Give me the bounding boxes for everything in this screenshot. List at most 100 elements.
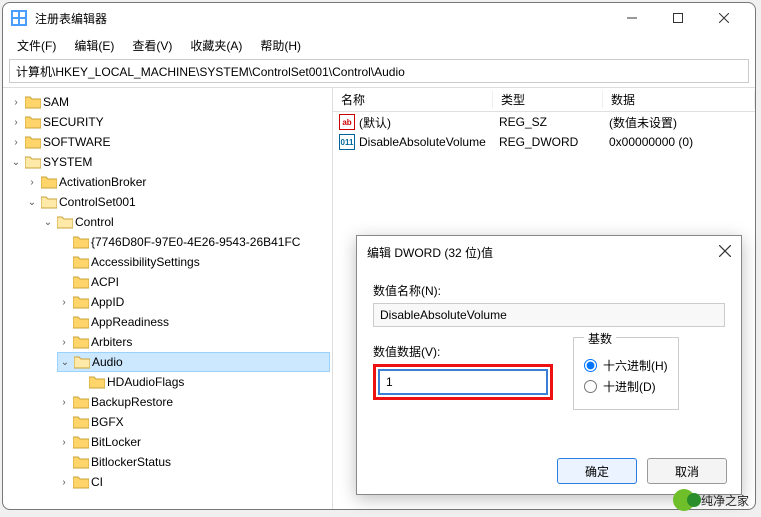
menu-file[interactable]: 文件(F) [9,35,64,56]
window-title: 注册表编辑器 [35,10,609,27]
dialog-close-button[interactable] [719,245,731,260]
tree-item-bgfx[interactable]: BGFX [57,412,330,432]
chevron-right-icon[interactable]: › [57,477,71,488]
chevron-right-icon[interactable]: › [9,97,23,108]
folder-icon [41,175,57,189]
chevron-right-icon[interactable]: › [25,177,39,188]
folder-open-icon [25,155,41,169]
value-type: REG_DWORD [493,135,603,149]
chevron-down-icon[interactable]: ⌄ [9,157,23,168]
tree-label: AppReadiness [91,315,169,329]
tree-item-backuprestore[interactable]: › BackupRestore [57,392,330,412]
tree-item-system[interactable]: ⌄SYSTEM [9,152,330,172]
radio-hex[interactable]: 十六进制(H) [584,357,668,374]
tree-label: Arbiters [91,335,132,349]
tree-item-appid[interactable]: › AppID [57,292,330,312]
tree-item-security[interactable]: › SECURITY [9,112,330,132]
address-text: 计算机\HKEY_LOCAL_MACHINE\SYSTEM\ControlSet… [16,63,405,80]
tree-label: SECURITY [43,115,104,129]
tree-label: AccessibilitySettings [91,255,200,269]
name-label: 数值名称(N): [373,282,725,299]
cancel-button[interactable]: 取消 [647,458,727,484]
chevron-down-icon[interactable]: ⌄ [25,197,39,208]
tree-label: ControlSet001 [59,195,136,209]
menu-favorites[interactable]: 收藏夹(A) [182,35,250,56]
tree-item-control[interactable]: ⌄ Control [41,212,330,232]
titlebar: 注册表编辑器 [3,3,755,33]
tree-item-bitlocker[interactable]: › BitLocker [57,432,330,452]
value-name: (默认) [359,114,391,131]
list-header: 名称 类型 数据 [333,88,755,112]
folder-icon [73,415,89,429]
chevron-right-icon[interactable]: › [9,137,23,148]
tree-label: HDAudioFlags [107,375,184,389]
folder-icon [89,375,105,389]
address-bar[interactable]: 计算机\HKEY_LOCAL_MACHINE\SYSTEM\ControlSet… [9,59,749,83]
tree-pane[interactable]: › SAM › SECURITY ›SOFTWARE ⌄SYSTEM › Activa… [3,88,333,509]
tree-label: BGFX [91,415,124,429]
chevron-down-icon[interactable]: ⌄ [58,357,72,368]
tree-label: SAM [43,95,69,109]
folder-icon [73,455,89,469]
tree-item-accessibility[interactable]: AccessibilitySettings [57,252,330,272]
watermark-text: 纯净之家 [701,492,749,509]
tree-item-guid[interactable]: {7746D80F-97E0-4E26-9543-26B41FC [57,232,330,252]
tree-item-bitlockerstatus[interactable]: BitlockerStatus [57,452,330,472]
minimize-button[interactable] [609,3,655,33]
tree-item-hdaudioflags[interactable]: HDAudioFlags [73,372,330,392]
menu-edit[interactable]: 编辑(E) [66,35,122,56]
tree-label: ActivationBroker [59,175,146,189]
tree-label: BitLocker [91,435,141,449]
tree-item-controlset001[interactable]: ⌄ ControlSet001 [25,192,330,212]
value-data: (数值未设置) [603,114,755,131]
value-name-field: DisableAbsoluteVolume [373,303,725,327]
app-icon [11,10,27,26]
value-data-input[interactable] [378,369,548,395]
folder-icon [73,315,89,329]
tree-label: AppID [91,295,124,309]
chevron-right-icon[interactable]: › [57,337,71,348]
highlight-annotation [373,364,553,400]
menu-help[interactable]: 帮助(H) [252,35,309,56]
ok-button[interactable]: 确定 [557,458,637,484]
folder-icon [73,435,89,449]
radio-hex-input[interactable] [584,359,597,372]
radio-dec-input[interactable] [584,380,597,393]
column-type[interactable]: 类型 [493,91,603,108]
radio-dec[interactable]: 十进制(D) [584,378,668,395]
column-data[interactable]: 数据 [603,91,755,108]
base-fieldset: 基数 十六进制(H) 十进制(D) [573,337,679,410]
list-row-default[interactable]: ab(默认) REG_SZ (数值未设置) [333,112,755,132]
chevron-down-icon[interactable]: ⌄ [41,217,55,228]
column-name[interactable]: 名称 [333,91,493,108]
folder-icon [73,395,89,409]
list-row-disableabsolutevolume[interactable]: 011DisableAbsoluteVolume REG_DWORD 0x000… [333,132,755,152]
tree-label: BitlockerStatus [91,455,171,469]
maximize-button[interactable] [655,3,701,33]
tree-label: BackupRestore [91,395,173,409]
value-type: REG_SZ [493,115,603,129]
tree-item-sam[interactable]: › SAM [9,92,330,112]
chevron-right-icon[interactable]: › [9,117,23,128]
watermark: 纯净之家 [673,489,749,511]
chevron-right-icon[interactable]: › [57,397,71,408]
tree-item-acpi[interactable]: ACPI [57,272,330,292]
tree-item-activationbroker[interactable]: › ActivationBroker [25,172,330,192]
tree-item-ci[interactable]: ›CI [57,472,330,492]
menu-view[interactable]: 查看(V) [124,35,180,56]
value-name: DisableAbsoluteVolume [359,135,486,149]
tree-item-software[interactable]: ›SOFTWARE [9,132,330,152]
folder-icon [25,135,41,149]
window-controls [609,3,747,33]
string-value-icon: ab [339,114,355,130]
tree-item-arbiters[interactable]: › Arbiters [57,332,330,352]
tree-label: Control [75,215,114,229]
folder-icon [25,115,41,129]
tree-item-appreadiness[interactable]: AppReadiness [57,312,330,332]
tree-item-audio[interactable]: ⌄Audio [57,352,330,372]
close-button[interactable] [701,3,747,33]
folder-icon [73,475,89,489]
chevron-right-icon[interactable]: › [57,297,71,308]
dialog-title: 编辑 DWORD (32 位)值 [367,244,719,261]
chevron-right-icon[interactable]: › [57,437,71,448]
